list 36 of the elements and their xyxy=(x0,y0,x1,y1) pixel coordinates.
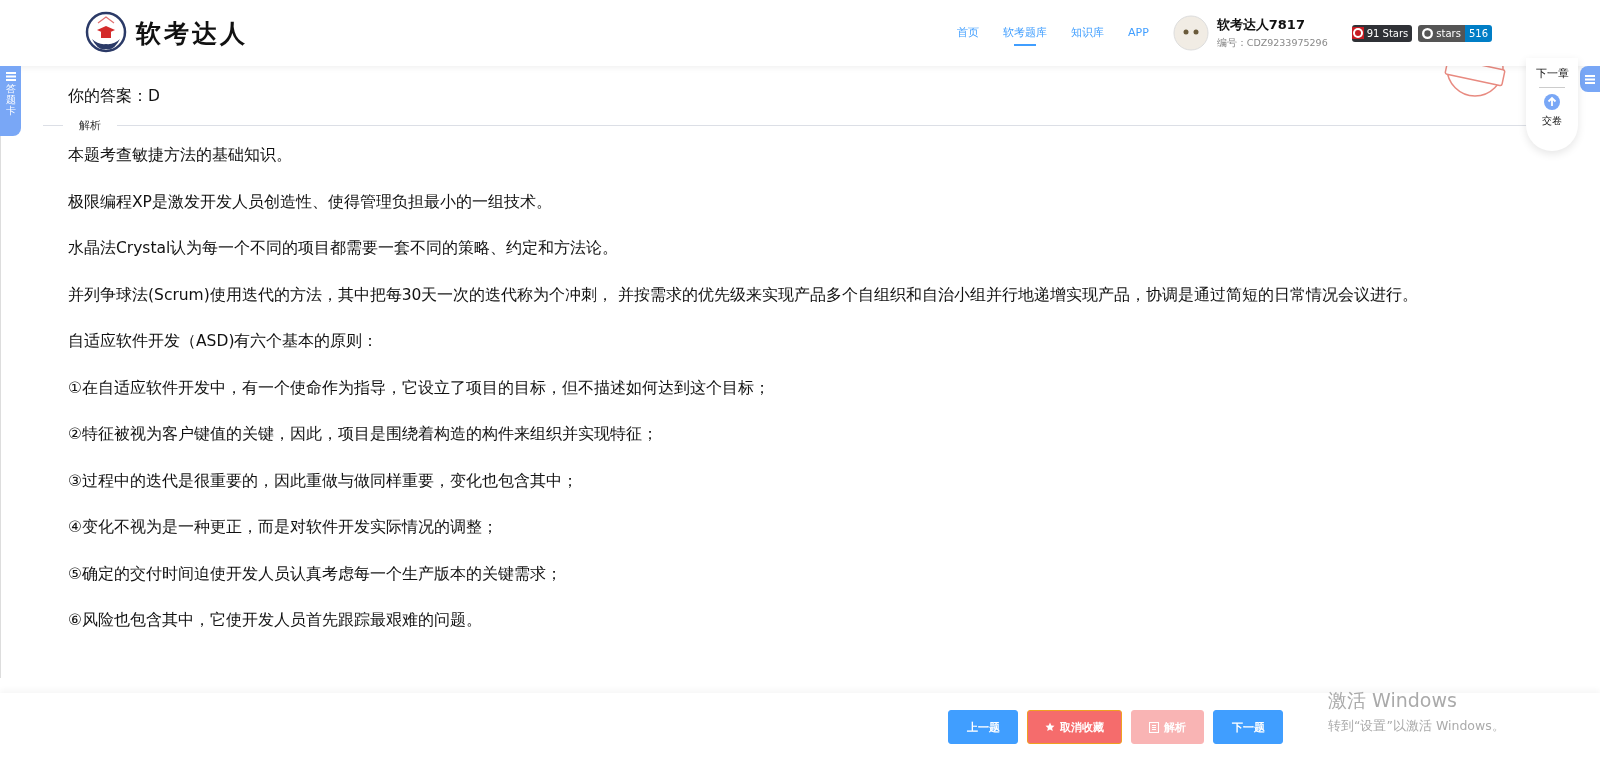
analysis-paragraph: ⑥风险也包含其中，它使开发人员首先跟踪最艰难的问题。 xyxy=(68,610,483,630)
nav-button[interactable]: 上一题 xyxy=(948,710,1018,744)
arrow-up-icon xyxy=(1544,94,1560,110)
star-icon xyxy=(1045,722,1055,732)
nav-link[interactable]: 首页 xyxy=(957,20,979,46)
brand-name: 软考达人 xyxy=(136,17,248,50)
analysis-paragraph: 自适应软件开发（ASD)有六个基本的原则： xyxy=(68,331,380,351)
activation-subtitle: 转到“设置”以激活 Windows。 xyxy=(1328,718,1505,735)
analysis-paragraph: ⑤确定的交付时间迫使开发人员认真考虑每一个生产版本的关键需求； xyxy=(68,563,563,584)
unfavorite-button[interactable]: 取消收藏 xyxy=(1027,710,1122,744)
menu-icon xyxy=(5,72,16,81)
gitee-stars-badge[interactable]: 91 Stars xyxy=(1351,24,1413,42)
answer-sheet-tab[interactable]: 答题卡 xyxy=(0,66,21,136)
analysis-paragraph: 本题考查敏捷方法的基础知识。 xyxy=(68,145,293,165)
analysis-paragraph: 水晶法Crystal认为每一个不同的项目都需要一套不同的策略、约定和方法论。 xyxy=(68,238,620,258)
menu-tab[interactable] xyxy=(1580,66,1600,92)
logo-icon xyxy=(84,11,128,55)
analysis-paragraph: 极限编程XP是激发开发人员创造性、使得管理负担最小的一组技术。 xyxy=(68,191,553,212)
analysis-paragraph: ③过程中的迭代是很重要的，因此重做与做同样重要，变化也包含其中； xyxy=(68,470,579,491)
avatar-icon[interactable] xyxy=(1172,15,1209,51)
analysis-paragraph: 并列争球法(Scrum)使用迭代的方法，其中把每30天一次的迭代称为个冲刺， 并按需求的优先级来实现产品多个自组织和自治小组并行地递增实现产品，协调是通过简短的日常情况会议进行。 xyxy=(68,284,1420,305)
analysis-paragraph: ①在自适应软件开发中，有一个使命作为指导，它设立了项目的目标，但不描述如何达到这个目标； xyxy=(68,377,771,398)
document-icon xyxy=(1149,721,1159,733)
nav-link[interactable]: APP xyxy=(1128,21,1149,45)
submit-button[interactable]: 交卷 xyxy=(1539,87,1565,128)
analysis-paragraph: ②特征被视为客户键值的关键，因此，项目是围绕着构造的构件来组织并实现特征； xyxy=(68,424,659,444)
next-chapter-link[interactable]: 下一章 xyxy=(1535,66,1569,81)
nav-link[interactable]: 知识库 xyxy=(1071,20,1104,46)
analysis-paragraph: ④变化不视为是一种更正，而是对软件开发实际情况的调整； xyxy=(68,517,499,537)
menu-icon xyxy=(1585,74,1595,84)
your-answer: 你的答案：D xyxy=(68,86,160,106)
activation-title: 激活 Windows xyxy=(1328,688,1458,713)
user-name: 软考达人7817 xyxy=(1216,16,1306,34)
user-id: 编号：CDZ9233975296 xyxy=(1216,37,1328,50)
nav-button[interactable]: 下一题 xyxy=(1213,710,1283,744)
section-title: 解析 xyxy=(78,118,102,133)
